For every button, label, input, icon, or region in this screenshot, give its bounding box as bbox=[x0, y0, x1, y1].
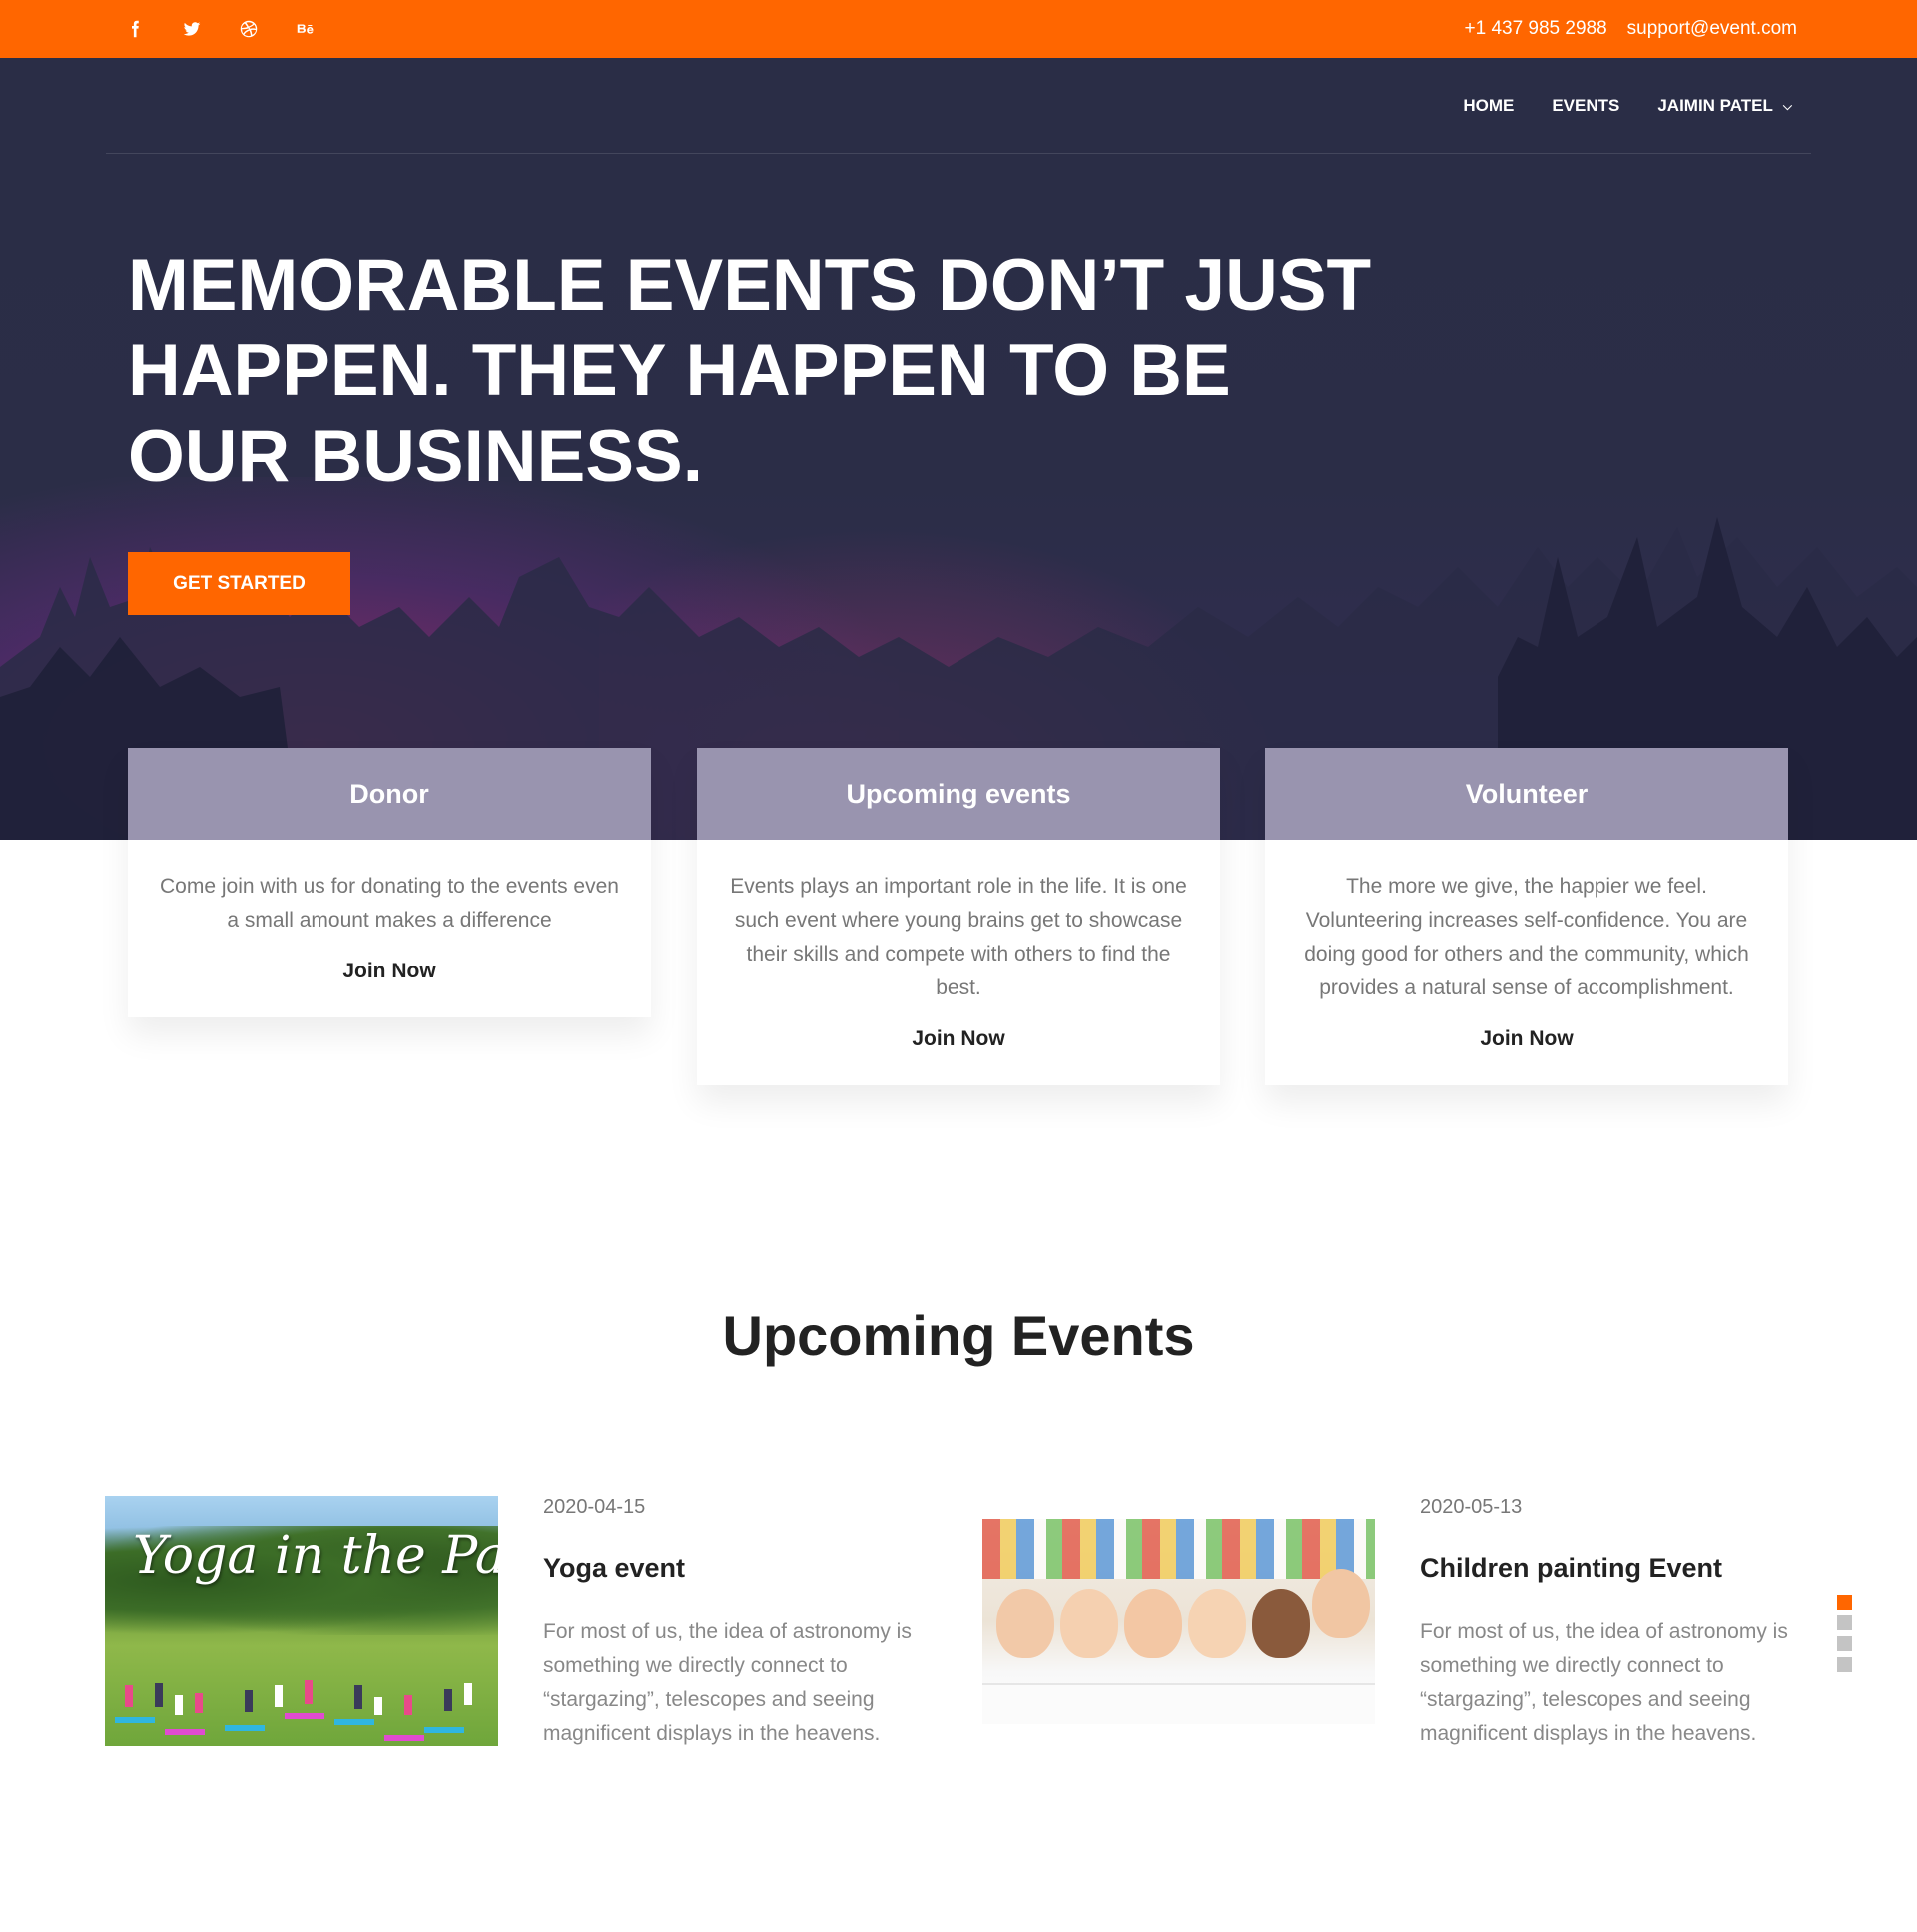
image-child bbox=[1188, 1589, 1246, 1658]
facebook-icon[interactable] bbox=[124, 18, 146, 40]
event-description: For most of us, the idea of astronomy is… bbox=[543, 1620, 912, 1745]
carousel-pagination bbox=[1837, 1595, 1852, 1678]
donor-card: Donor Come join with us for donating to … bbox=[128, 748, 651, 1017]
get-started-button[interactable]: GET STARTED bbox=[128, 552, 350, 615]
card-title: Donor bbox=[128, 748, 651, 840]
card-text: Events plays an important role in the li… bbox=[730, 875, 1187, 999]
pagination-dot[interactable] bbox=[1837, 1595, 1852, 1610]
nav-divider bbox=[106, 153, 1811, 154]
event-date: 2020-04-15 bbox=[543, 1496, 646, 1518]
children-painting-image[interactable] bbox=[982, 1519, 1375, 1724]
image-table bbox=[982, 1683, 1375, 1724]
phone-number[interactable]: +1 437 985 2988 bbox=[1465, 18, 1607, 40]
join-now-link[interactable]: Join Now bbox=[1265, 1005, 1788, 1085]
hero-title: MEMORABLE EVENTS DON’T JUST HAPPEN. THEY… bbox=[128, 245, 1372, 497]
yoga-people-graphic bbox=[115, 1680, 472, 1741]
contact-info: +1 437 985 2988 support@event.com bbox=[1445, 0, 1798, 58]
chevron-down-icon: ⌵ bbox=[1782, 98, 1792, 113]
card-title: Volunteer bbox=[1265, 748, 1788, 840]
twitter-icon[interactable] bbox=[181, 18, 203, 40]
social-links bbox=[124, 0, 351, 58]
dribbble-icon[interactable] bbox=[238, 18, 260, 40]
card-title: Upcoming events bbox=[697, 748, 1220, 840]
pagination-dot[interactable] bbox=[1837, 1615, 1852, 1630]
image-child bbox=[1312, 1569, 1370, 1638]
nav-home[interactable]: HOME bbox=[1463, 96, 1514, 116]
volunteer-card: Volunteer The more we give, the happier … bbox=[1265, 748, 1788, 1085]
image-caption: Yoga in the Park bbox=[133, 1526, 498, 1586]
top-bar: +1 437 985 2988 support@event.com bbox=[0, 0, 1917, 58]
join-now-link[interactable]: Join Now bbox=[697, 1005, 1220, 1085]
join-now-link[interactable]: Join Now bbox=[128, 938, 651, 1017]
event-title[interactable]: Yoga event bbox=[543, 1553, 685, 1584]
image-child bbox=[1252, 1589, 1310, 1658]
card-text: The more we give, the happier we feel. V… bbox=[1304, 875, 1749, 999]
image-child bbox=[996, 1589, 1054, 1658]
pagination-dot[interactable] bbox=[1837, 1636, 1852, 1651]
hero-section: HOME EVENTS JAIMIN PATEL ⌵ MEMORABLE EVE… bbox=[0, 58, 1917, 840]
pagination-dot[interactable] bbox=[1837, 1657, 1852, 1672]
event-date: 2020-05-13 bbox=[1420, 1496, 1523, 1518]
nav-user-label: JAIMIN PATEL bbox=[1657, 96, 1773, 115]
nav-events[interactable]: EVENTS bbox=[1552, 96, 1619, 116]
image-child bbox=[1060, 1589, 1118, 1658]
behance-icon[interactable] bbox=[295, 18, 317, 40]
image-wall-drawings bbox=[982, 1519, 1375, 1579]
yoga-event-image[interactable]: Yoga in the Park bbox=[105, 1496, 498, 1746]
event-description: For most of us, the idea of astronomy is… bbox=[1420, 1620, 1788, 1745]
support-email[interactable]: support@event.com bbox=[1627, 18, 1797, 40]
section-title: Upcoming Events bbox=[722, 1304, 1195, 1367]
event-title[interactable]: Children painting Event bbox=[1420, 1553, 1722, 1584]
nav-user-menu[interactable]: JAIMIN PATEL ⌵ bbox=[1657, 96, 1792, 116]
upcoming-events-card: Upcoming events Events plays an importan… bbox=[697, 748, 1220, 1085]
main-nav: HOME EVENTS JAIMIN PATEL ⌵ bbox=[1425, 58, 1792, 154]
card-text: Come join with us for donating to the ev… bbox=[160, 875, 619, 932]
image-child bbox=[1124, 1589, 1182, 1658]
